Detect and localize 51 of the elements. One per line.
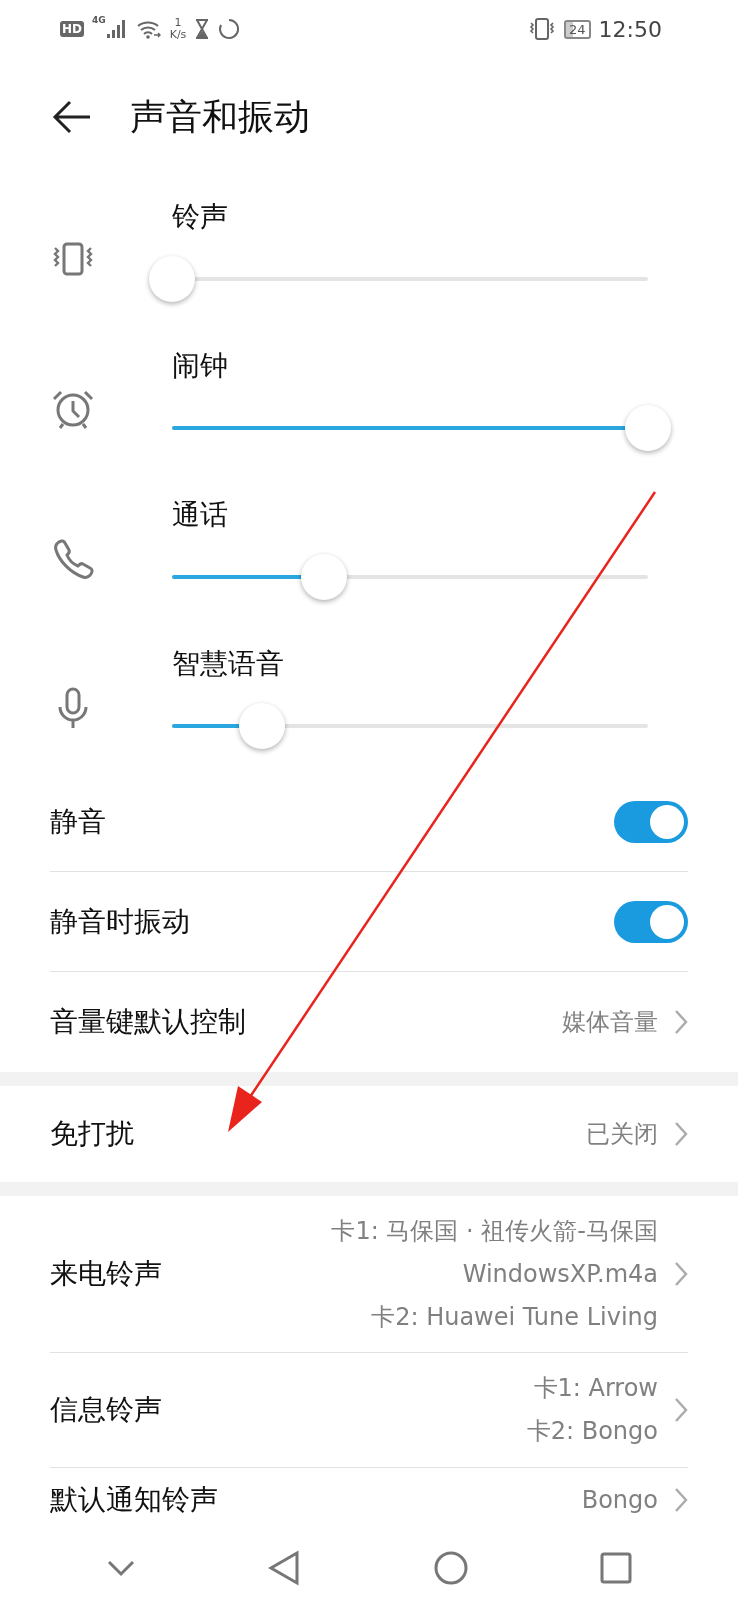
setting-value: 卡1: Arrow (533, 1373, 658, 1404)
setting-value: 卡1: 马保国 · 祖传火箭-马保国 (331, 1215, 658, 1247)
sync-icon (218, 18, 241, 40)
speed-unit: K/s (169, 29, 187, 41)
setting-label: 信息铃声 (50, 1392, 163, 1428)
setting-label: 静音时振动 (50, 903, 191, 940)
setting-label: 免打扰 (50, 1116, 135, 1152)
home-button[interactable] (432, 1550, 469, 1586)
settings-row[interactable]: 信息铃声 卡1: Arrow 卡2: Bongo (50, 1353, 688, 1468)
settings-row[interactable]: 免打扰 已关闭 (50, 1086, 688, 1182)
chevron-icon (674, 1261, 688, 1287)
setting-label: 默认通知铃声 (50, 1482, 219, 1518)
signal-icon (105, 19, 128, 39)
hourglass-icon (194, 19, 211, 39)
toggle-switch[interactable] (614, 800, 688, 843)
toggle-switch[interactable] (614, 900, 688, 943)
setting-label: 来电铃声 (50, 1256, 163, 1292)
chevron-icon (674, 1009, 688, 1035)
chevron-icon (674, 1397, 688, 1423)
setting-value: Bongo (581, 1484, 658, 1516)
setting-label: 静音 (50, 803, 107, 840)
settings-row[interactable]: 音量键默认控制 媒体音量 (50, 972, 688, 1072)
setting-value: 卡2: Huawei Tune Living (371, 1301, 658, 1333)
slider-label: 铃声 (172, 199, 229, 235)
setting-value: 媒体音量 (562, 1006, 658, 1038)
setting-label: 音量键默认控制 (50, 1004, 247, 1040)
back-button[interactable] (52, 100, 92, 134)
slider-label: 通话 (172, 497, 229, 533)
collapse-button[interactable] (105, 1558, 136, 1578)
page-title: 声音和振动 (130, 94, 310, 139)
slider-thumb[interactable] (149, 256, 195, 302)
chevron-icon (674, 1121, 688, 1147)
network-type: 4G (92, 15, 106, 25)
setting-value: 卡2: Bongo (526, 1416, 658, 1447)
setting-value: 已关闭 (586, 1118, 658, 1150)
clock-time: 12:50 (598, 16, 662, 42)
settings-row[interactable]: 默认通知铃声 Bongo (50, 1468, 688, 1532)
settings-row[interactable]: 来电铃声 卡1: 马保国 · 祖传火箭-马保国 WindowsXP.m4a 卡2: Huawei Tune Living (50, 1196, 688, 1353)
battery-indicator: 24 (564, 19, 591, 39)
chevron-icon (674, 1487, 688, 1513)
recents-button[interactable] (600, 1552, 633, 1584)
speed-value: 1 (174, 17, 182, 29)
hd-indicator: HD (60, 21, 84, 37)
wifi-icon (135, 19, 162, 39)
slider-thumb[interactable] (625, 405, 671, 451)
vibrate-icon (528, 17, 557, 41)
slider-label: 智慧语音 (172, 646, 285, 682)
setting-value: WindowsXP.m4a (462, 1258, 658, 1290)
slider-label: 闹钟 (172, 348, 229, 384)
slider-thumb[interactable] (301, 554, 348, 600)
slider-thumb[interactable] (239, 703, 286, 749)
